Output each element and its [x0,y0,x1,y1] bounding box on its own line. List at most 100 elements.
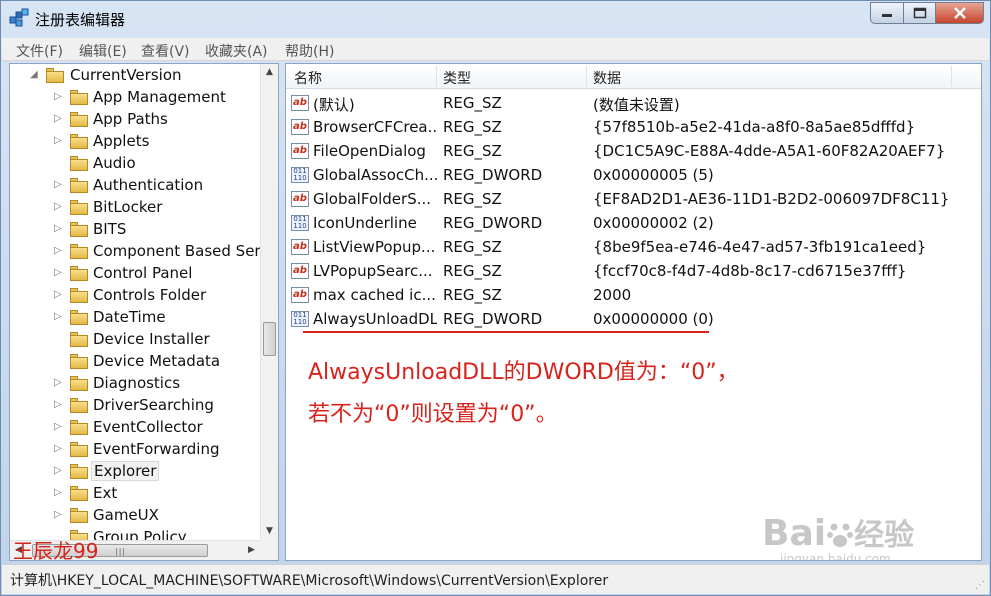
expand-arrow-icon[interactable]: ▷ [54,289,64,300]
registry-editor-icon [9,8,29,27]
value-row[interactable]: 011 110 IconUnderline REG_DWORD 0x000000… [286,211,981,235]
menu-edit[interactable]: 编辑(E) [79,41,127,61]
expand-arrow-icon[interactable]: ▷ [54,421,64,432]
expand-arrow-icon[interactable]: ▷ [54,311,64,322]
tree-item[interactable]: ▷ App Management [10,87,260,109]
folder-icon [70,266,88,281]
value-row[interactable]: ab (默认) REG_SZ (数值未设置) [286,91,981,115]
string-value-icon: ab [291,119,309,135]
value-row[interactable]: ab LVPopupSearc... REG_SZ {fccf70c8-f4d7… [286,259,981,283]
tree-item[interactable]: ▷ EventForwarding [10,439,260,461]
column-header-type[interactable]: 类型 [443,68,471,88]
expand-arrow-icon[interactable]: ▷ [54,135,64,146]
folder-icon [70,134,88,149]
string-value-icon: ab [291,287,309,303]
folder-icon [70,156,88,171]
tree-item[interactable]: ▷ BitLocker [10,197,260,219]
tree-item[interactable]: ▷ EventCollector [10,417,260,439]
scroll-right-icon[interactable]: ▶ [243,541,260,560]
column-divider[interactable] [586,66,587,87]
window-controls [870,2,984,24]
tree-item[interactable]: ▷ Ext [10,483,260,505]
value-row[interactable]: ab GlobalFolderS... REG_SZ {EF8AD2D1-AE3… [286,187,981,211]
tree-item[interactable]: ▷ Controls Folder [10,285,260,307]
folder-icon [70,486,88,501]
title-bar: 注册表编辑器 [1,1,990,37]
expand-arrow-icon[interactable]: ▷ [54,399,64,410]
column-divider[interactable] [951,66,952,87]
menu-file[interactable]: 文件(F) [16,41,63,61]
expand-arrow-icon[interactable]: ▷ [54,223,64,234]
value-row-alwaysunloaddll[interactable]: 011 110 AlwaysUnloadDL REG_DWORD 0x00000… [286,307,981,331]
tree-item[interactable]: ▷ App Paths [10,109,260,131]
tree-item[interactable]: ▷ Diagnostics [10,373,260,395]
scrollbar-thumb[interactable] [263,322,276,356]
tree-vertical-scrollbar[interactable]: ▲ ▼ [260,64,278,540]
tree-item[interactable]: ▷ BITS [10,219,260,241]
tree-item[interactable]: ▷ Applets [10,131,260,153]
folder-icon [70,354,88,369]
annotation-line-2: 若不为“0”则设置为“0”。 [308,402,558,427]
tree-item-selected[interactable]: ▷ Explorer [10,461,260,483]
tree-item[interactable]: ▷ DateTime [10,307,260,329]
expand-arrow-icon[interactable]: ▷ [54,201,64,212]
window-title: 注册表编辑器 [35,11,126,29]
annotation-line-1: AlwaysUnloadDLL的DWORD值为：“0”， [308,360,739,385]
scroll-up-icon[interactable]: ▲ [261,64,278,81]
tree-item[interactable]: ▷ Authentication [10,175,260,197]
string-value-icon: ab [291,143,309,159]
tree-item[interactable]: Device Installer [10,329,260,351]
string-value-icon: ab [291,263,309,279]
expand-arrow-icon[interactable]: ▷ [54,377,64,388]
minimize-button[interactable] [870,2,904,24]
column-header-data[interactable]: 数据 [593,68,621,88]
tree-item[interactable]: ▷ DriverSearching [10,395,260,417]
maximize-button[interactable] [904,2,936,24]
list-header: 名称 类型 数据 [286,64,981,89]
expand-arrow-icon[interactable]: ▷ [54,443,64,454]
collapse-arrow-icon[interactable]: ◢ [30,69,40,80]
maximize-icon [913,7,926,19]
tree-item[interactable]: ◢ CurrentVersion [10,65,260,87]
tree-item[interactable]: ▷ Control Panel [10,263,260,285]
annotation-underline [303,331,709,333]
tree-item[interactable]: ▷ Component Based Serv [10,241,260,263]
folder-icon [70,442,88,457]
expand-arrow-icon[interactable]: ▷ [54,465,64,476]
value-row[interactable]: 011 110 GlobalAssocCh... REG_DWORD 0x000… [286,163,981,187]
expand-arrow-icon[interactable]: ▷ [54,267,64,278]
minimize-icon [882,14,892,17]
expand-arrow-icon[interactable]: ▷ [54,91,64,102]
menu-bar: 文件(F) 编辑(E) 查看(V) 收藏夹(A) 帮助(H) [2,38,989,61]
folder-icon [70,200,88,215]
folder-icon [70,464,88,479]
menu-favorites[interactable]: 收藏夹(A) [205,41,268,61]
key-tree-pane[interactable]: ◢ CurrentVersion ▷ App Management ▷ App … [9,63,279,561]
column-divider[interactable] [436,66,437,87]
dword-value-icon: 011 110 [291,215,309,231]
key-tree: ◢ CurrentVersion ▷ App Management ▷ App … [10,64,260,540]
values-list-pane[interactable]: 名称 类型 数据 ab (默认) REG_SZ (数值未设置) ab Brows… [285,63,982,561]
expand-arrow-icon[interactable]: ▷ [54,487,64,498]
menu-help[interactable]: 帮助(H) [285,41,334,61]
menu-view[interactable]: 查看(V) [141,41,190,61]
tree-item[interactable]: ▷ GameUX [10,505,260,527]
value-row[interactable]: ab FileOpenDialog REG_SZ {DC1C5A9C-E88A-… [286,139,981,163]
folder-icon [70,222,88,237]
folder-icon [70,288,88,303]
registry-editor-window: 注册表编辑器 文件(F) 编辑(E) 查看(V) 收藏夹(A) 帮助(H) ◢ … [0,0,991,596]
value-row[interactable]: ab ListViewPopup... REG_SZ {8be9f5ea-e74… [286,235,981,259]
scroll-down-icon[interactable]: ▼ [261,523,278,540]
value-row[interactable]: ab max cached ic... REG_SZ 2000 [286,283,981,307]
column-header-name[interactable]: 名称 [294,68,322,88]
tree-item[interactable]: Device Metadata [10,351,260,373]
paw-icon [827,523,854,547]
value-row[interactable]: ab BrowserCFCrea... REG_SZ {57f8510b-a5e… [286,115,981,139]
close-button[interactable] [936,2,984,24]
resize-grip-icon[interactable]: ⋰ [975,580,985,591]
expand-arrow-icon[interactable]: ▷ [54,179,64,190]
expand-arrow-icon[interactable]: ▷ [54,113,64,124]
tree-item[interactable]: Audio [10,153,260,175]
expand-arrow-icon[interactable]: ▷ [54,509,64,520]
expand-arrow-icon[interactable]: ▷ [54,245,64,256]
